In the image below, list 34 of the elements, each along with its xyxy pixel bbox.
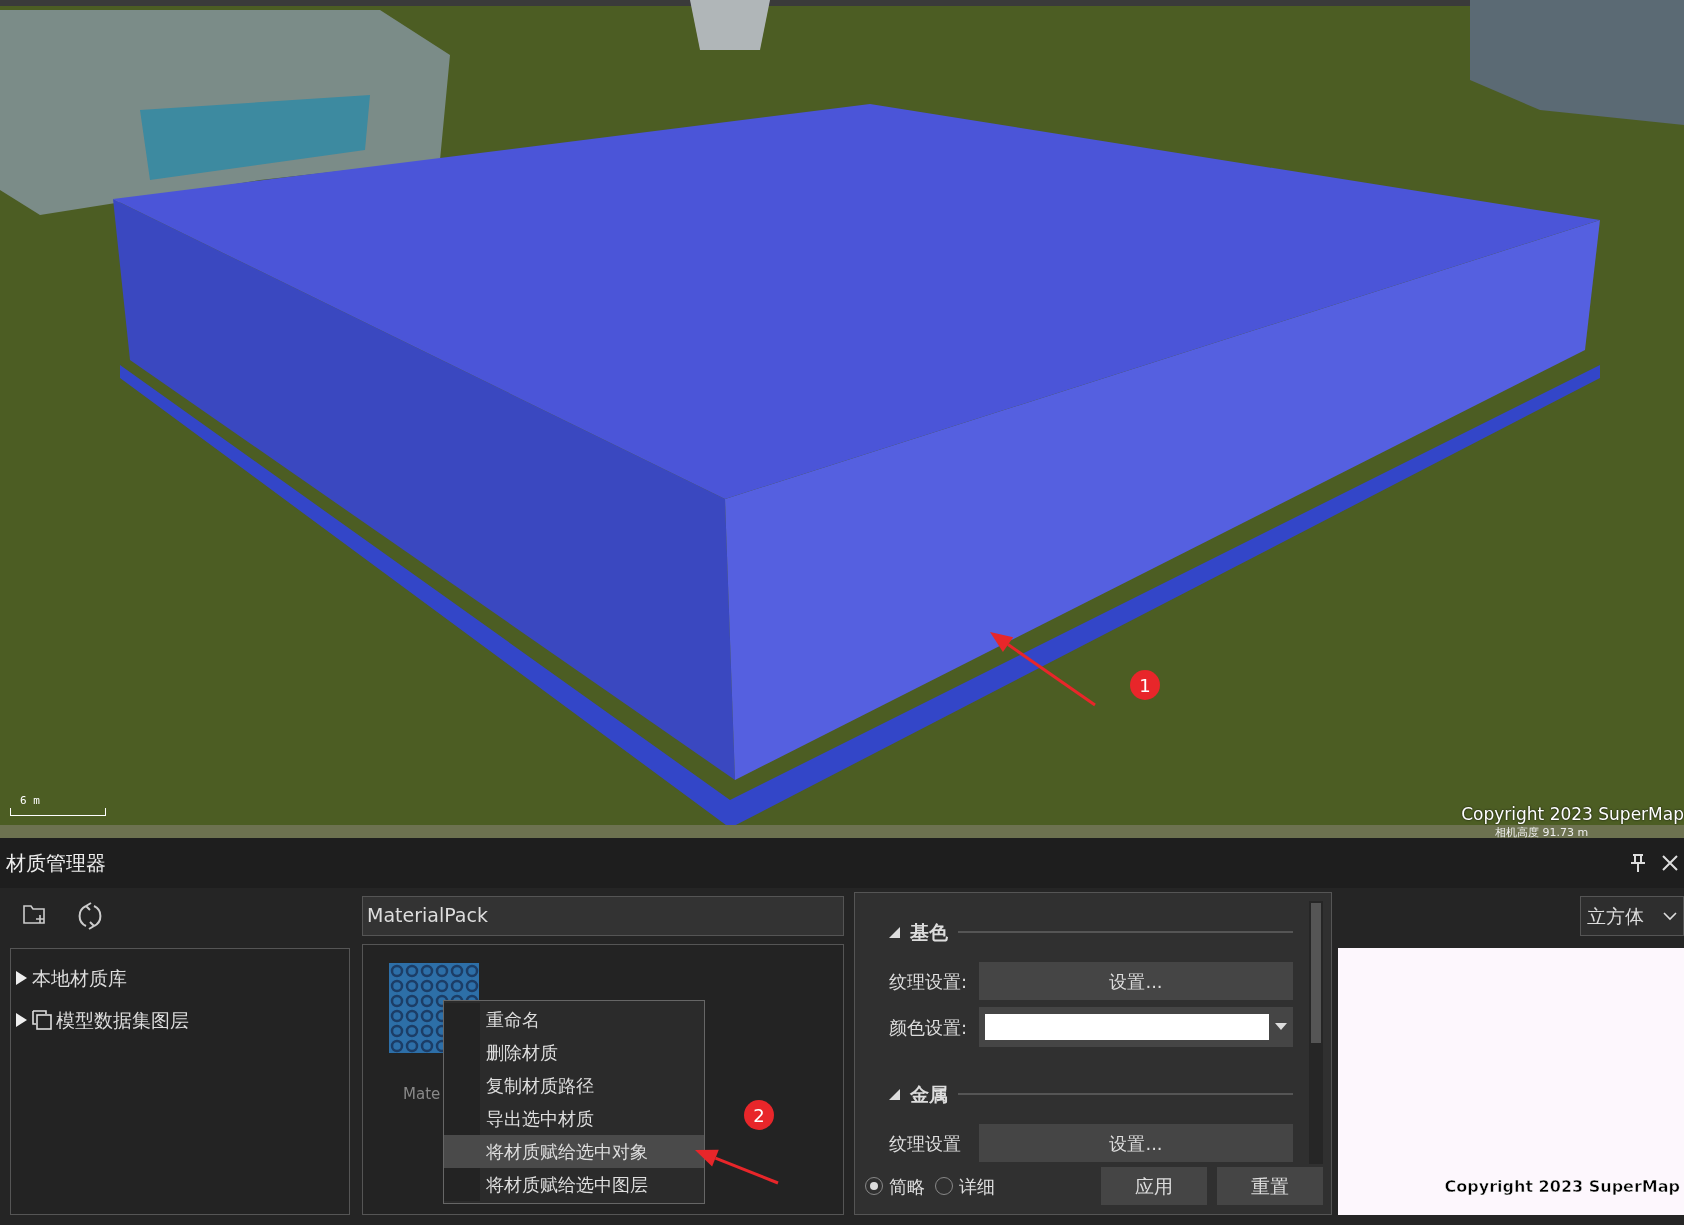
expand-toggle-icon[interactable] xyxy=(15,971,28,985)
expand-toggle-icon[interactable] xyxy=(15,1013,28,1027)
library-path-field[interactable]: MaterialPack xyxy=(362,896,844,936)
shape-dropdown[interactable]: 立方体 xyxy=(1580,896,1684,936)
section-title: 金属 xyxy=(910,1081,948,1107)
copyright-text: Copyright 2023 SuperMap xyxy=(1444,1176,1680,1198)
collapse-toggle-icon[interactable] xyxy=(889,1088,900,1100)
scale-label: 6 m xyxy=(20,793,40,809)
close-icon[interactable] xyxy=(1662,855,1678,871)
panel-title: 材质管理器 xyxy=(6,850,106,877)
settings-button[interactable]: 设置... xyxy=(979,962,1293,1000)
apply-button[interactable]: 应用 xyxy=(1101,1167,1207,1205)
layers-icon xyxy=(32,1010,52,1030)
refresh-icon[interactable] xyxy=(76,902,104,930)
chevron-down-icon xyxy=(1663,911,1677,921)
copyright-text: Copyright 2023 SuperMap xyxy=(1461,803,1684,826)
pin-icon[interactable] xyxy=(1630,853,1646,873)
tree-item[interactable]: 模型数据集图层 xyxy=(56,1005,189,1035)
color-picker[interactable] xyxy=(979,1007,1293,1047)
property-label: 纹理设置: xyxy=(889,969,969,994)
camera-height: 相机高度 91.73 m xyxy=(1495,825,1589,838)
settings-button[interactable]: 设置... xyxy=(979,1124,1293,1162)
reset-button[interactable]: 重置 xyxy=(1217,1167,1323,1205)
collapse-toggle-icon[interactable] xyxy=(889,926,900,938)
scrollbar[interactable] xyxy=(1309,901,1323,1164)
caret-icon[interactable] xyxy=(1275,1023,1287,1031)
radio-label: 简略 xyxy=(889,1174,925,1199)
tree-item[interactable]: 本地材质库 xyxy=(32,963,127,993)
property-label: 颜色设置: xyxy=(889,1015,969,1040)
radio-label: 详细 xyxy=(959,1174,995,1199)
property-label: 纹理设置 xyxy=(889,1131,962,1156)
menu-item[interactable]: 将材质赋给选中对象 xyxy=(444,1135,704,1168)
section-title: 基色 xyxy=(910,919,948,945)
add-folder-icon[interactable] xyxy=(22,902,48,926)
